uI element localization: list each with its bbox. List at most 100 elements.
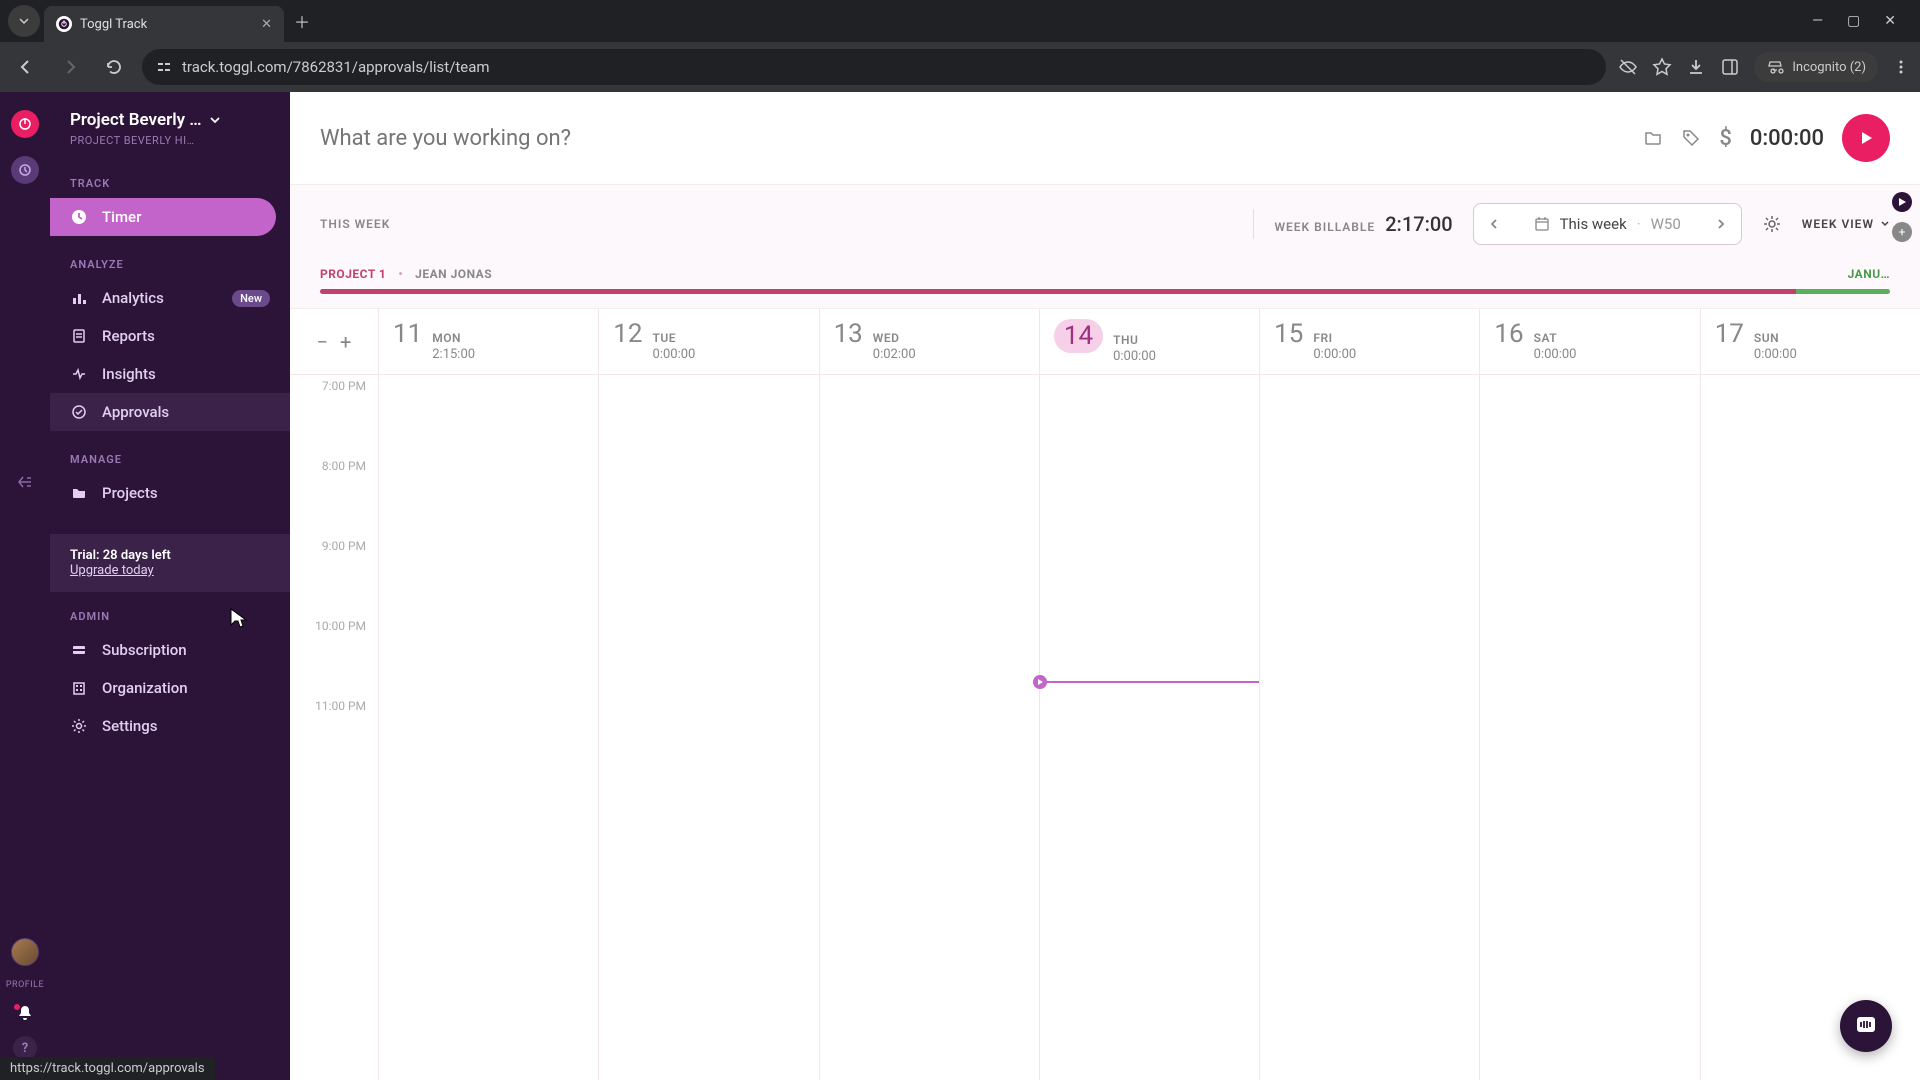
day-duration: 0:00:00 (1313, 347, 1356, 362)
calendar-column[interactable] (1039, 375, 1259, 1080)
sidepanel-icon[interactable] (1720, 57, 1740, 77)
workspace-selector[interactable]: Project Beverly … PROJECT BEVERLY HI… (50, 92, 290, 159)
url-bar[interactable]: track.toggl.com/7862831/approvals/list/t… (142, 49, 1606, 85)
chevron-down-icon (1880, 219, 1890, 229)
manual-mode-icon[interactable]: + (1892, 222, 1912, 242)
day-number: 14 (1054, 319, 1103, 353)
sidebar-item-settings[interactable]: Settings (50, 707, 290, 745)
minimize-icon[interactable]: — (1812, 13, 1823, 29)
sidebar-item-organization[interactable]: Organization (50, 669, 290, 707)
trial-banner: Trial: 28 days left Upgrade today (50, 534, 290, 592)
timer-mode-icon[interactable] (1892, 192, 1912, 212)
calendar-grid[interactable] (378, 375, 1920, 1080)
calendar-column[interactable] (1259, 375, 1479, 1080)
day-name: MON (432, 331, 475, 345)
nav-heading-admin: ADMIN (50, 606, 290, 631)
zoom-out-button[interactable]: − (317, 330, 328, 354)
calendar-body[interactable]: 7:00 PM8:00 PM9:00 PM10:00 PM11:00 PM (290, 375, 1920, 1080)
time-label: 8:00 PM (290, 455, 378, 535)
bookmark-icon[interactable] (1652, 57, 1672, 77)
calendar-column[interactable] (1479, 375, 1699, 1080)
date-range-button[interactable]: This week · W50 (1514, 215, 1701, 233)
toggl-track-app-icon[interactable] (11, 110, 39, 138)
browser-tab[interactable]: Toggl Track ✕ (44, 6, 284, 42)
forward-button[interactable] (54, 51, 86, 83)
sidebar-item-analytics[interactable]: Analytics New (50, 279, 290, 317)
upgrade-link[interactable]: Upgrade today (70, 563, 154, 578)
maximize-icon[interactable]: ▢ (1847, 13, 1860, 29)
zoom-in-button[interactable]: + (340, 330, 351, 354)
separator-dot: • (398, 267, 403, 281)
sidebar-item-label: Analytics (102, 289, 164, 307)
calendar-day-header[interactable]: 15FRI0:00:00 (1259, 309, 1479, 374)
calendar-day-header[interactable]: 14THU0:00:00 (1039, 309, 1259, 374)
project-picker-icon[interactable] (1643, 128, 1663, 148)
calendar-day-header[interactable]: 11MON2:15:00 (378, 309, 598, 374)
folder-icon (70, 485, 88, 501)
back-button[interactable] (10, 51, 42, 83)
calendar-settings-icon[interactable] (1762, 214, 1782, 234)
calendar-day-header[interactable]: 17SUN0:00:00 (1700, 309, 1920, 374)
new-tab-button[interactable]: ＋ (288, 7, 316, 35)
sidebar-item-timer[interactable]: Timer (50, 198, 276, 236)
day-duration: 0:00:00 (1113, 349, 1156, 364)
day-duration: 0:02:00 (873, 347, 916, 362)
reload-button[interactable] (98, 51, 130, 83)
time-label: 9:00 PM (290, 535, 378, 615)
billable-value: 2:17:00 (1385, 212, 1452, 236)
nav-heading-analyze: ANALYZE (50, 254, 290, 279)
sidebar-item-subscription[interactable]: Subscription (50, 631, 290, 669)
calendar-column[interactable] (1700, 375, 1920, 1080)
calendar-column[interactable] (378, 375, 598, 1080)
sidebar-item-reports[interactable]: Reports (50, 317, 290, 355)
project-tag-3[interactable]: JANU… (1848, 267, 1890, 281)
rail-bottom: PROFILE ? (6, 938, 44, 1060)
notifications-icon[interactable] (16, 1004, 34, 1022)
site-settings-icon[interactable] (156, 59, 172, 75)
project-tag-1[interactable]: PROJECT 1 (320, 267, 386, 281)
bar-chart-icon (70, 290, 88, 306)
start-timer-button[interactable] (1842, 114, 1890, 162)
avatar[interactable] (11, 938, 39, 966)
profile-label: PROFILE (6, 980, 44, 990)
calendar-column[interactable] (819, 375, 1039, 1080)
sidebar-item-insights[interactable]: Insights (50, 355, 290, 393)
sidebar-item-label: Organization (102, 679, 188, 697)
toggl-plan-app-icon[interactable] (11, 156, 39, 184)
close-icon[interactable]: ✕ (1884, 13, 1896, 29)
calendar-column[interactable] (598, 375, 818, 1080)
calendar-day-header[interactable]: 16SAT0:00:00 (1479, 309, 1699, 374)
day-number: 16 (1494, 319, 1523, 349)
divider (1253, 209, 1254, 239)
tab-close-icon[interactable]: ✕ (261, 17, 272, 32)
new-badge: New (232, 290, 270, 307)
sidebar-item-approvals[interactable]: Approvals (50, 393, 290, 431)
incognito-badge[interactable]: Incognito (2) (1754, 52, 1878, 82)
eye-off-icon[interactable] (1618, 57, 1638, 77)
next-week-button[interactable] (1701, 218, 1741, 230)
intercom-chat-button[interactable] (1840, 1000, 1892, 1052)
calendar-day-header[interactable]: 13WED0:02:00 (819, 309, 1039, 374)
menu-icon[interactable] (1892, 58, 1910, 76)
card-icon (70, 642, 88, 658)
gear-icon (70, 718, 88, 734)
calendar-header: − + 11MON2:15:0012TUE0:00:0013WED0:02:00… (290, 309, 1920, 375)
billable-toggle-icon[interactable]: $ (1719, 126, 1732, 151)
tab-search-button[interactable] (8, 5, 40, 37)
view-selector[interactable]: WEEK VIEW (1802, 217, 1890, 231)
calendar-day-header[interactable]: 12TUE0:00:00 (598, 309, 818, 374)
timer-description-input[interactable] (320, 126, 1625, 151)
timer-duration[interactable]: 0:00:00 (1750, 126, 1824, 151)
day-number: 13 (834, 319, 863, 349)
chevron-down-icon (208, 113, 222, 127)
tab-bar: Toggl Track ✕ ＋ — ▢ ✕ (0, 0, 1920, 42)
sidebar-item-projects[interactable]: Projects (50, 474, 290, 512)
project-tag-2[interactable]: JEAN JONAS (415, 267, 492, 281)
date-range-label: This week (1560, 215, 1627, 233)
prev-week-button[interactable] (1474, 218, 1514, 230)
collapse-sidebar-icon[interactable] (15, 472, 35, 492)
incognito-label: Incognito (2) (1792, 60, 1866, 75)
tag-picker-icon[interactable] (1681, 128, 1701, 148)
now-indicator-play-icon[interactable] (1033, 675, 1047, 689)
downloads-icon[interactable] (1686, 57, 1706, 77)
